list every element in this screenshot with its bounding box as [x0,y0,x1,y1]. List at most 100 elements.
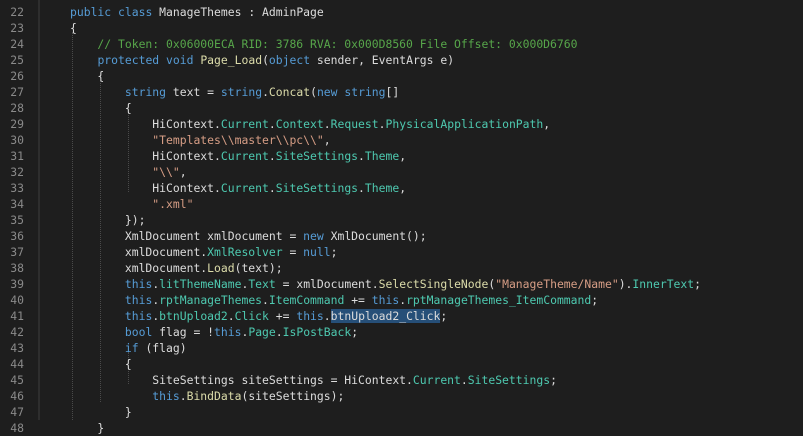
code-token: ; [694,277,701,291]
code-line[interactable]: public class ManageThemes : AdminPage [70,4,324,20]
code-token: PhysicalApplicationPath [385,117,544,131]
code-line[interactable]: }); [70,212,146,228]
code-token: [] [385,85,400,99]
code-token: BindData [186,389,242,403]
code-line[interactable]: ".xml" [70,196,193,212]
code-token: ; [351,325,359,339]
line-number: 43 [10,341,24,355]
code-token: this [152,389,180,403]
code-token: XmlResolver [207,245,283,259]
selected-token: btnUpload2_Click [330,309,441,323]
code-token: SelectSingleNode [378,277,489,291]
code-token: SiteSettings siteSettings = HiContext. [70,373,413,387]
code-token: . [358,181,365,195]
code-token: new [303,229,324,243]
line-number: 34 [10,197,24,211]
code-token: (flag) [138,341,187,355]
code-line[interactable]: { [70,100,132,116]
code-token: ItemCommand [268,293,345,307]
code-token: "\\" [152,165,180,179]
code-line[interactable]: this.BindData(siteSettings); [70,388,344,404]
code-line[interactable]: string text = string.Concat(new string[] [70,84,399,100]
code-line[interactable]: protected void Page_Load(object sender, … [70,52,454,68]
code-token: Current [220,117,269,131]
code-token: HiContext. [70,117,221,131]
code-token: ; [591,293,599,307]
code-token: this [124,309,153,323]
code-token: . [179,389,187,403]
line-number-gutter: 22 23 24 25 26 27 28 29 30 31 32 33 34 35 36 37 38 39 40 41… [0,0,38,435]
code-token: . [323,309,331,323]
code-line[interactable]: if (flag) [70,340,187,356]
code-token: void [166,53,194,67]
code-token: } [70,421,105,435]
code-token: Concat [268,85,311,99]
code-line[interactable]: "\\", [70,164,186,180]
code-token: sender, EventArgs e) [310,53,455,67]
code-token: . [268,181,276,195]
line-number: 26 [10,69,24,83]
code-line[interactable]: bool flag = !this.Page.IsPostBack; [70,324,358,340]
code-line[interactable]: xmlDocument.Load(text); [70,260,283,276]
line-number: 31 [10,149,24,163]
line-number: 23 [10,21,24,35]
code-token: Current [220,149,269,163]
code-token: null [303,245,331,259]
code-line[interactable]: xmlDocument.XmlResolver = null; [70,244,338,260]
line-number: 37 [10,245,24,259]
code-token: ( [262,53,269,67]
line-number: 45 [10,373,24,387]
code-token: Page [248,325,276,339]
code-line[interactable]: this.rptManageThemes.ItemCommand += this… [70,292,598,308]
code-token: string [220,85,263,99]
line-number: 35 [10,213,24,227]
code-token: . [358,149,365,163]
code-token: HiContext. [70,149,221,163]
code-token: ; [550,373,557,387]
code-line[interactable]: this.btnUpload2.Click += this.btnUpload2… [70,308,447,324]
code-line[interactable]: { [70,68,104,84]
code-line[interactable]: SiteSettings siteSettings = HiContext.Cu… [70,372,557,388]
code-token: Theme [364,149,400,163]
code-token: += [268,309,297,323]
code-token: object [268,53,311,67]
code-line[interactable]: HiContext.Current.SiteSettings.Theme, [70,180,406,196]
code-line[interactable]: XmlDocument xmlDocument = new XmlDocumen… [70,228,427,244]
code-token: { [70,101,132,115]
code-token: . [227,309,235,323]
line-number: 25 [10,53,24,67]
line-number: 41 [10,309,24,323]
code-line[interactable]: "Templates\\master\\pc\\", [70,132,331,148]
line-number: 36 [10,229,24,243]
code-editor[interactable]: 22 23 24 25 26 27 28 29 30 31 32 33 34 35 36 37 38 39 40 41… [0,0,803,435]
code-token: SiteSettings [275,181,359,195]
code-line[interactable]: { [70,356,132,372]
code-line[interactable]: this.litThemeName.Text = xmlDocument.Sel… [70,276,701,292]
code-line[interactable]: HiContext.Current.SiteSettings.Theme, [70,148,406,164]
code-token: , [323,133,331,147]
code-token: if [124,341,139,355]
code-token: xmlDocument. [70,261,208,275]
line-number: 27 [10,85,24,99]
code-token: SiteSettings [467,373,551,387]
code-token: ). [618,277,633,291]
code-line[interactable]: // Token: 0x06000ECA RID: 3786 RVA: 0x00… [70,36,577,52]
code-line[interactable]: } [70,420,104,436]
code-token: = xmlDocument. [275,277,379,291]
code-line[interactable]: HiContext.Current.Context.Request.Physic… [70,116,550,132]
code-token: bool [124,325,153,339]
line-number: 44 [10,357,24,371]
code-token: HiContext. [70,181,221,195]
code-line[interactable]: { [70,20,77,36]
code-token: this [371,293,400,307]
code-token: string [124,85,167,99]
code-token: Load [207,261,235,275]
code-line[interactable]: } [70,404,132,420]
code-token: . [262,85,269,99]
code-token: InnerText [632,277,695,291]
